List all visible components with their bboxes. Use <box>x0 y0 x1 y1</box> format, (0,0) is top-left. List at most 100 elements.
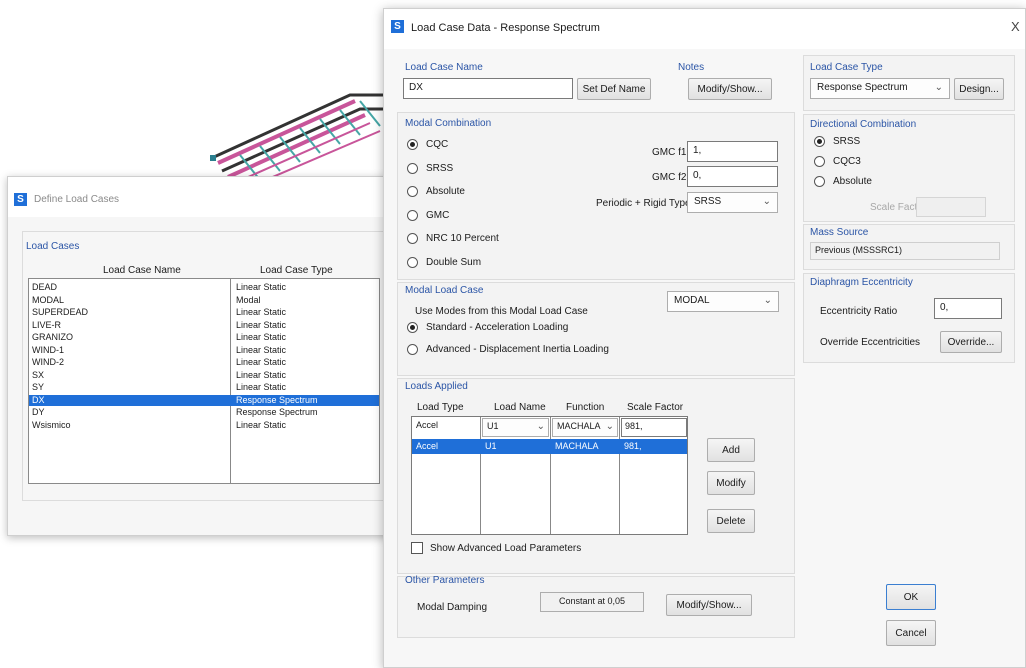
other-parameters-title: Other Parameters <box>405 575 485 586</box>
set-def-name-button[interactable]: Set Def Name <box>577 78 651 100</box>
list-item[interactable]: SX Linear Static <box>29 370 379 381</box>
modal-combination-radio[interactable]: Absolute <box>407 186 465 197</box>
loads-applied-title: Loads Applied <box>405 381 468 392</box>
col-header-load-case-type: Load Case Type <box>260 265 333 276</box>
close-icon[interactable]: X <box>1011 19 1020 34</box>
define-dialog-titlebar: S Define Load Cases <box>8 177 398 217</box>
modal-combination-label: GMC <box>426 209 450 221</box>
design-button[interactable]: Design... <box>954 78 1004 100</box>
list-item-type: Linear Static <box>236 369 287 380</box>
modal-combination-radio[interactable]: GMC <box>407 209 450 221</box>
cancel-button[interactable]: Cancel <box>886 620 936 646</box>
list-item-name: GRANIZO <box>32 332 74 342</box>
list-item-name: DX <box>32 394 45 405</box>
list-item[interactable]: SUPERDEAD Linear Static <box>29 307 379 318</box>
list-item[interactable]: MODAL Modal <box>29 295 379 306</box>
radio-dot-icon <box>407 256 418 268</box>
override-eccentricities-label: Override Eccentricities <box>820 337 921 348</box>
list-item-type: Modal <box>236 294 261 305</box>
load-name-select[interactable]: U1 ⌄ <box>482 418 549 437</box>
directional-combination-radio[interactable]: CQC3 <box>814 156 861 167</box>
modal-combination-radio[interactable]: Double Sum <box>407 256 481 268</box>
load-case-type-select[interactable]: Response Spectrum ⌄ <box>810 78 950 99</box>
list-item-type: Linear Static <box>236 282 287 292</box>
row-function: MACHALA <box>555 441 599 451</box>
mass-source-value: Previous (MSSSRC1) <box>810 242 1000 260</box>
modal-combination-title: Modal Combination <box>405 118 492 129</box>
mass-source-title: Mass Source <box>810 227 869 238</box>
modify-button[interactable]: Modify <box>707 471 755 495</box>
directional-combination-label: Absolute <box>833 176 872 187</box>
list-item[interactable]: WIND-1 Linear Static <box>29 345 379 356</box>
define-dialog-title: Define Load Cases <box>34 194 120 205</box>
list-item[interactable]: Wsismico Linear Static <box>29 420 379 431</box>
add-button[interactable]: Add <box>707 438 755 462</box>
modal-combination-label: Absolute <box>426 186 465 197</box>
ok-button[interactable]: OK <box>886 584 936 610</box>
list-item[interactable]: SY Linear Static <box>29 382 379 393</box>
radio-dot-icon <box>407 233 418 244</box>
gmc-f1-input[interactable]: 1, <box>687 141 778 162</box>
list-item-type: Response Spectrum <box>236 407 318 417</box>
notes-modify-show-button[interactable]: Modify/Show... <box>688 78 772 100</box>
row-load-type: Accel <box>416 441 439 451</box>
modal-combination-radio[interactable]: CQC <box>407 139 448 150</box>
diaphragm-eccentricity-title: Diaphragm Eccentricity <box>810 277 913 288</box>
modal-combination-label: SRSS <box>426 162 454 174</box>
function-select[interactable]: MACHALA ⌄ <box>552 418 618 437</box>
list-item-type: Linear Static <box>236 419 287 430</box>
show-advanced-label: Show Advanced Load Parameters <box>430 543 582 554</box>
list-item-type: Linear Static <box>236 332 287 342</box>
modal-load-case-select[interactable]: MODAL ⌄ <box>667 291 779 312</box>
list-item-type: Linear Static <box>236 382 287 392</box>
list-item-name: MODAL <box>32 294 65 305</box>
modal-combination-label: NRC 10 Percent <box>426 233 499 244</box>
table-row[interactable]: Accel U1 MACHALA 981, <box>412 439 687 454</box>
load-case-name-input[interactable]: DX <box>403 78 573 99</box>
gmc-f2-input[interactable]: 0, <box>687 166 778 187</box>
define-load-cases-dialog: S Define Load Cases Load Cases Load Case… <box>7 176 399 536</box>
list-item-name: WIND-1 <box>32 344 64 355</box>
eccentricity-ratio-input[interactable]: 0, <box>934 298 1002 319</box>
list-item-name: SX <box>32 369 45 380</box>
notes-label: Notes <box>678 62 705 73</box>
periodic-rigid-type-label: Periodic + Rigid Type <box>596 198 691 209</box>
gmc-f2-label: GMC f2 <box>652 172 687 183</box>
directional-combination-radio[interactable]: SRSS <box>814 136 860 147</box>
modal-combination-radio[interactable]: NRC 10 Percent <box>407 233 499 244</box>
directional-combination-radio[interactable]: Absolute <box>814 176 872 187</box>
other-parameters-modify-show-button[interactable]: Modify/Show... <box>666 594 752 616</box>
override-button[interactable]: Override... <box>940 331 1002 353</box>
list-item[interactable]: DEAD Linear Static <box>29 282 379 293</box>
main-dialog-title: Load Case Data - Response Spectrum <box>411 22 600 34</box>
load-case-type-value: Response Spectrum <box>817 82 908 93</box>
modal-combination-radio[interactable]: SRSS <box>407 162 454 174</box>
app-icon: S <box>391 20 404 33</box>
list-item-name: LIVE-R <box>32 319 62 330</box>
periodic-rigid-type-select[interactable]: SRSS ⌄ <box>687 192 778 213</box>
load-cases-list[interactable]: DEAD Linear Static MODAL Modal SUPERDEAD Line… <box>28 278 380 484</box>
list-item[interactable]: DY Response Spectrum <box>29 407 379 418</box>
header-load-type: Load Type <box>417 402 464 413</box>
app-icon: S <box>14 193 27 206</box>
radio-dot-icon <box>407 209 418 221</box>
delete-button[interactable]: Delete <box>707 509 755 533</box>
list-item[interactable]: DX Response Spectrum <box>29 394 379 406</box>
list-item-type: Linear Static <box>236 307 287 317</box>
directional-combination-title: Directional Combination <box>810 119 917 130</box>
list-item[interactable]: GRANIZO Linear Static <box>29 332 379 343</box>
load-name-value: U1 <box>487 421 499 431</box>
row-scale-factor: 981, <box>624 441 642 451</box>
radio-dot-icon <box>814 136 825 147</box>
scale-factor-cell-input[interactable]: 981, <box>621 418 687 437</box>
row-load-name: U1 <box>485 441 497 451</box>
list-item[interactable]: WIND-2 Linear Static <box>29 357 379 368</box>
modal-load-case-option-radio[interactable]: Advanced - Displacement Inertia Loading <box>407 344 609 355</box>
list-item-type: Linear Static <box>236 344 287 355</box>
modal-load-case-option-radio[interactable]: Standard - Acceleration Loading <box>407 322 568 333</box>
list-item-name: DY <box>32 407 45 417</box>
show-advanced-checkbox[interactable] <box>411 542 423 554</box>
load-type-cell-edit[interactable]: Accel <box>416 420 438 430</box>
list-item[interactable]: LIVE-R Linear Static <box>29 320 379 331</box>
directional-combination-label: SRSS <box>833 136 861 147</box>
